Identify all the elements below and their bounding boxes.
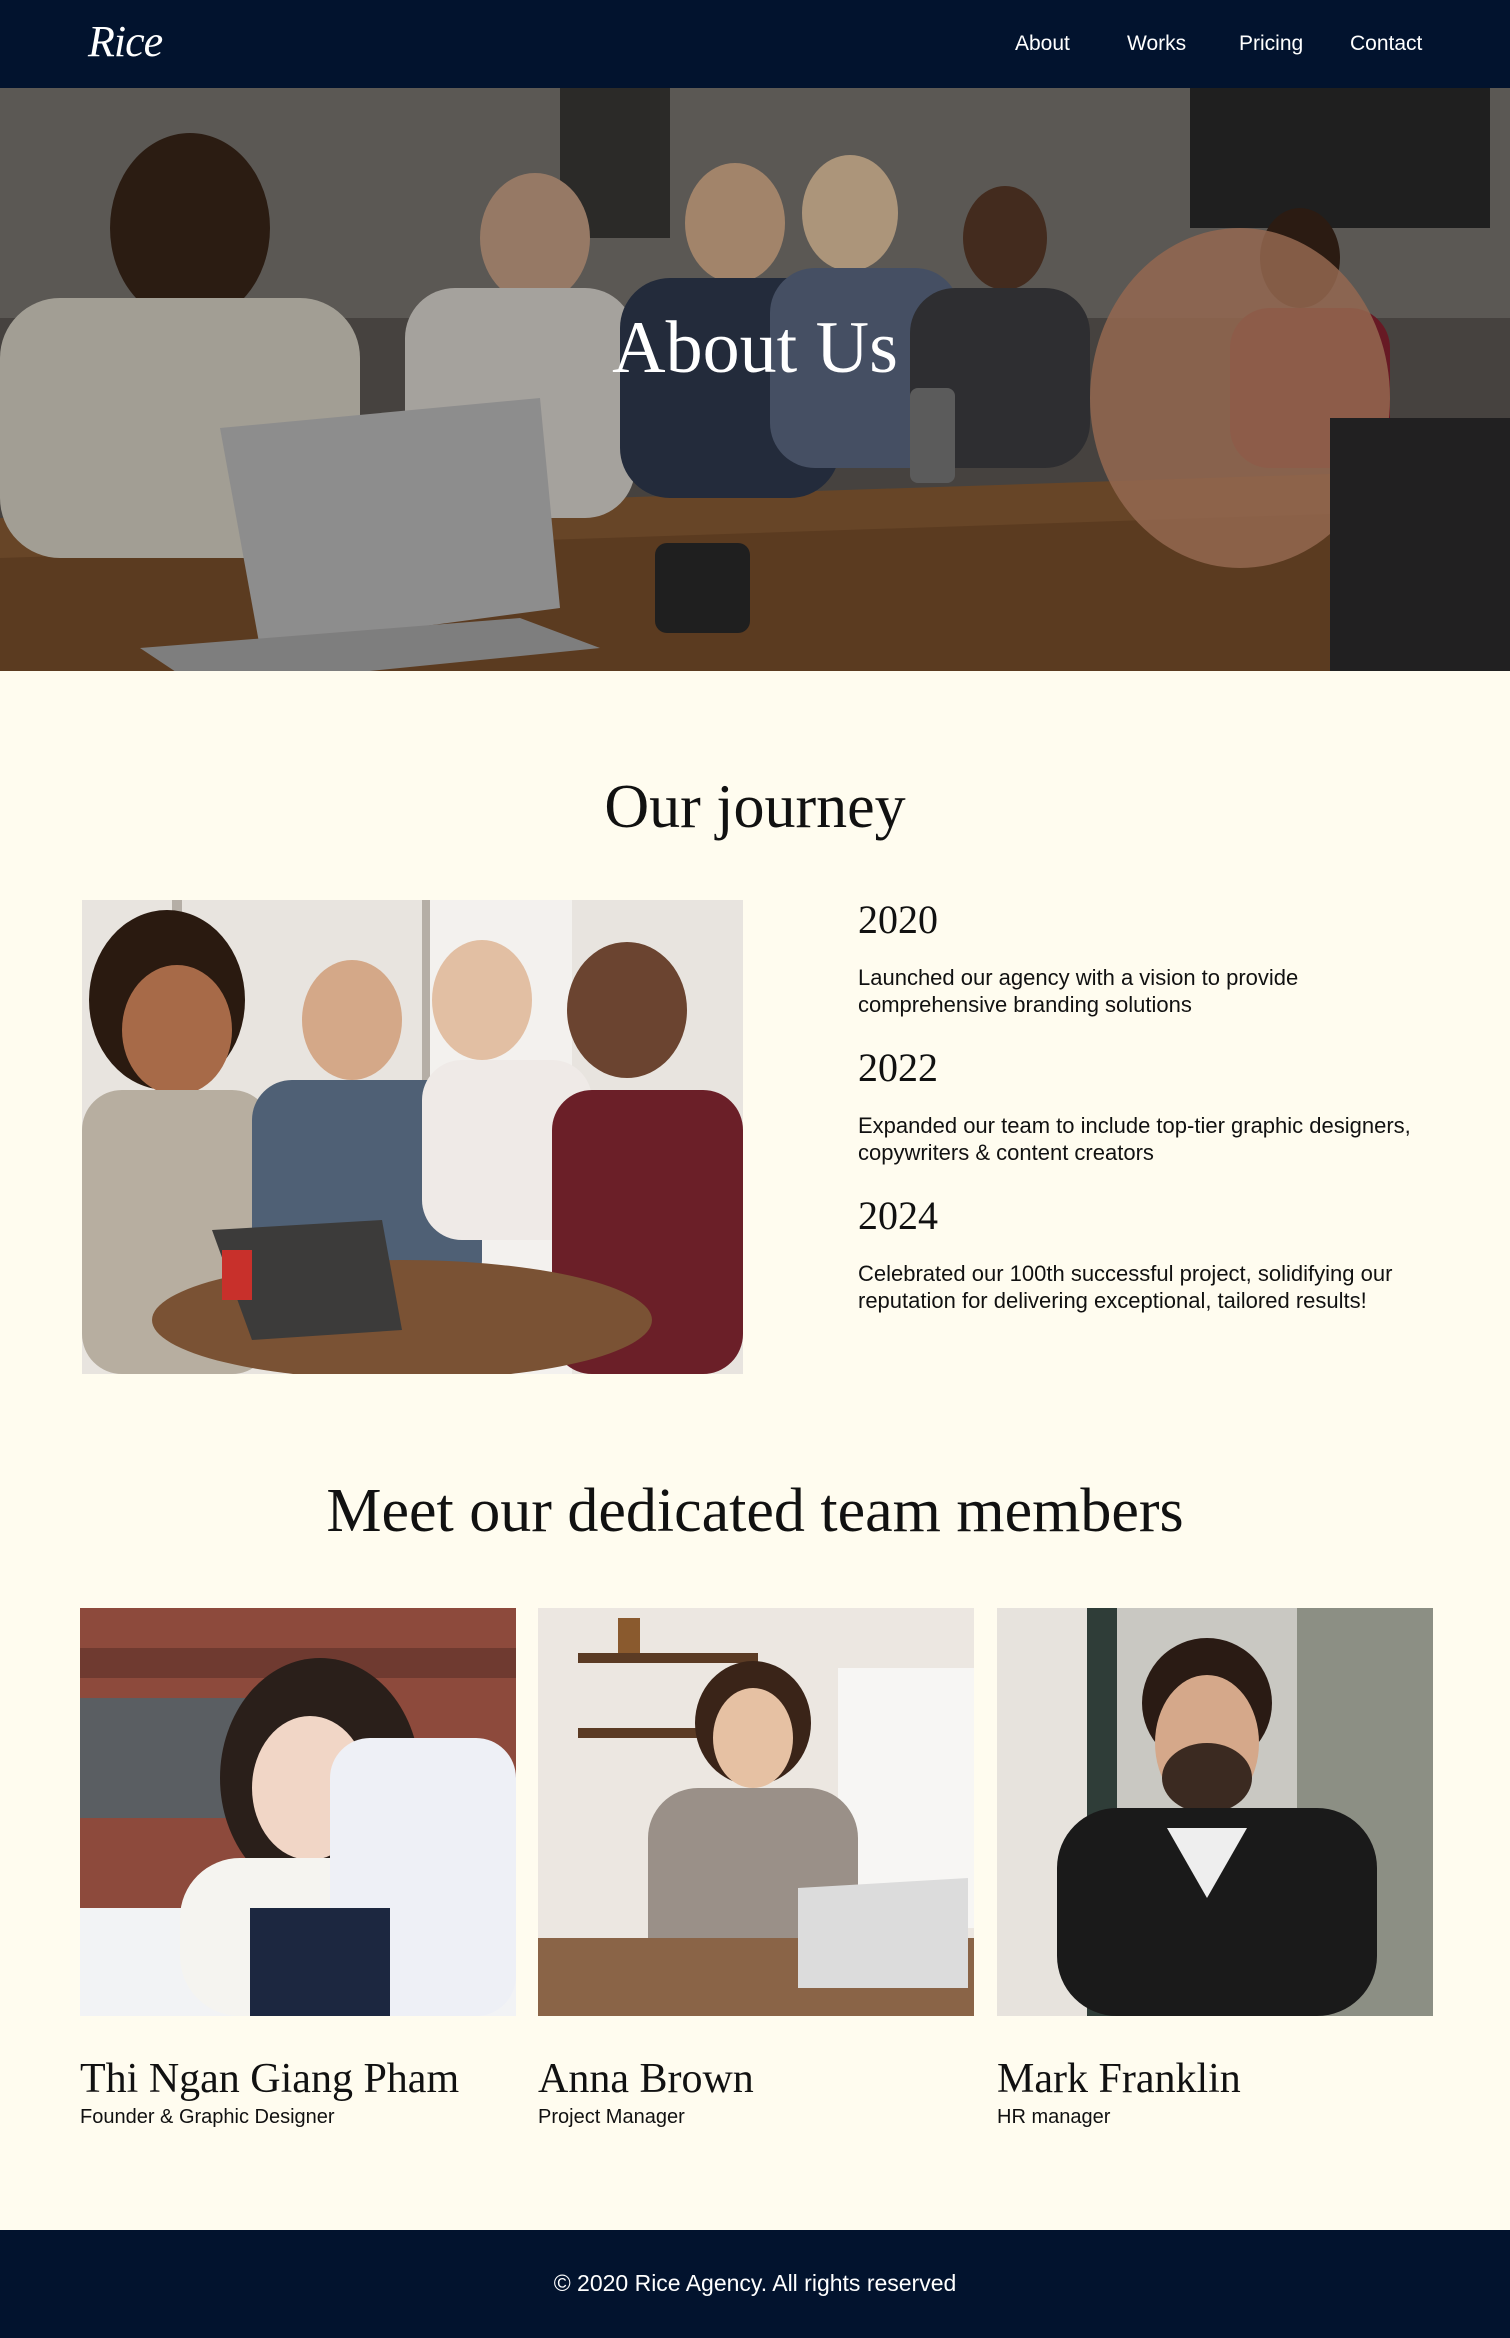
team-member-role: HR manager bbox=[997, 2106, 1111, 2128]
journey-heading: Our journey bbox=[604, 773, 906, 841]
footer: © 2020 Rice Agency. All rights reserved bbox=[0, 2230, 1510, 2338]
journey-timeline: 2020 Launched our agency with a vision t… bbox=[858, 896, 1418, 1340]
team-member-photo bbox=[80, 1608, 516, 2016]
team-member-card: Anna Brown Project Manager bbox=[538, 1608, 974, 2129]
team-member-photo bbox=[538, 1608, 974, 2016]
milestone-item: 2024 Celebrated our 100th successful pro… bbox=[858, 1192, 1418, 1314]
nav-link-about[interactable]: About bbox=[1015, 32, 1070, 56]
nav-link-contact[interactable]: Contact bbox=[1350, 32, 1422, 56]
hero-title: About Us bbox=[612, 307, 898, 389]
team-member-role: Founder & Graphic Designer bbox=[80, 2106, 335, 2128]
team-member-name: Anna Brown bbox=[538, 2056, 754, 2102]
milestone-text: Expanded our team to include top-tier gr… bbox=[858, 1113, 1411, 1165]
milestone-text: Launched our agency with a vision to pro… bbox=[858, 965, 1299, 1017]
hero-banner: About Us bbox=[0, 88, 1510, 671]
team-member-card: Mark Franklin HR manager bbox=[997, 1608, 1433, 2129]
milestone-text: Celebrated our 100th successful project,… bbox=[858, 1261, 1393, 1313]
team-member-name: Thi Ngan Giang Pham bbox=[80, 2056, 460, 2102]
milestone-year: 2022 bbox=[858, 1045, 938, 1090]
nav-link-works[interactable]: Works bbox=[1127, 32, 1186, 56]
nav-link-pricing[interactable]: Pricing bbox=[1239, 32, 1303, 56]
team-member-card: Thi Ngan Giang Pham Founder & Graphic De… bbox=[80, 1608, 516, 2129]
logo[interactable]: Rice bbox=[88, 16, 163, 67]
team-member-photo bbox=[997, 1608, 1433, 2016]
team-member-name: Mark Franklin bbox=[997, 2056, 1241, 2102]
footer-copyright: © 2020 Rice Agency. All rights reserved bbox=[553, 2270, 957, 2296]
milestone-year: 2024 bbox=[858, 1193, 938, 1238]
milestone-item: 2022 Expanded our team to include top-ti… bbox=[858, 1044, 1418, 1166]
milestone-item: 2020 Launched our agency with a vision t… bbox=[858, 896, 1418, 1018]
team-member-role: Project Manager bbox=[538, 2106, 685, 2128]
journey-team-photo bbox=[82, 900, 743, 1374]
team-heading: Meet our dedicated team members bbox=[326, 1477, 1184, 1545]
top-navigation: Rice About Works Pricing Contact bbox=[0, 0, 1510, 88]
milestone-year: 2020 bbox=[858, 897, 938, 942]
